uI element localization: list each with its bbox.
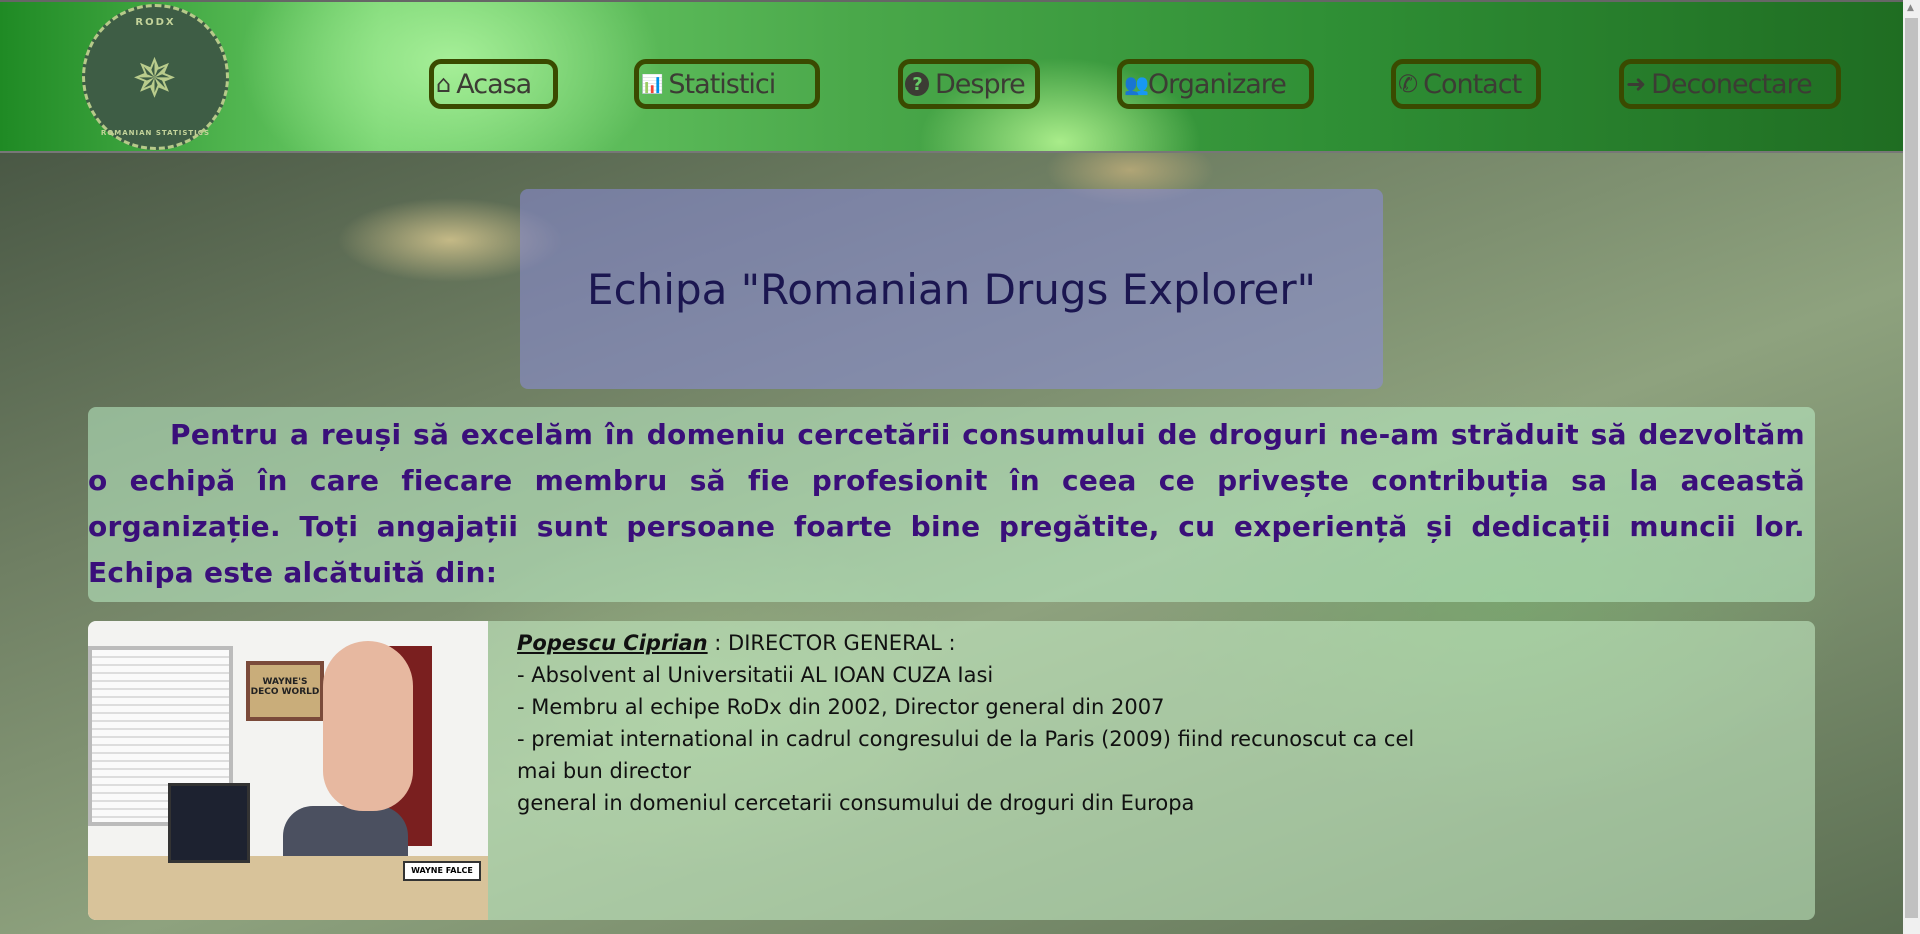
scroll-up-icon[interactable]: ▲ bbox=[1907, 3, 1914, 13]
member-detail-line: - Membru al echipe RoDx din 2002, Direct… bbox=[517, 695, 1165, 719]
member-name[interactable]: Popescu Ciprian bbox=[517, 631, 708, 655]
home-icon: ⌂ bbox=[436, 70, 451, 98]
logo-top-text: RODX bbox=[135, 17, 176, 28]
nav-label: Acasa bbox=[456, 68, 532, 100]
member-card: WAYNE'S DECO WORLD WAYNE FALCE Popescu C… bbox=[88, 621, 1815, 920]
nav-statistici[interactable]: 📊 Statistici bbox=[634, 59, 820, 109]
nav-label: Contact bbox=[1423, 68, 1522, 100]
scrollbar-thumb[interactable] bbox=[1905, 18, 1918, 918]
nameplate: WAYNE FALCE bbox=[403, 861, 481, 881]
nav-despre[interactable]: ? Despre bbox=[898, 59, 1040, 109]
member-detail-line: - Absolvent al Universitatii AL IOAN CUZ… bbox=[517, 663, 994, 687]
logo-bottom-text: ROMANIAN STATISTICS bbox=[100, 129, 211, 137]
scrollbar[interactable]: ▲ bbox=[1903, 0, 1920, 934]
question-circle-icon: ? bbox=[905, 72, 929, 96]
nav-label: Statistici bbox=[668, 68, 776, 100]
intro-paragraph: Pentru a reuși să excelăm în domeniu cer… bbox=[88, 407, 1815, 602]
nav-label: Deconectare bbox=[1651, 68, 1813, 100]
nav-contact[interactable]: ✆ Contact bbox=[1391, 59, 1541, 109]
member-details: Popescu Ciprian : DIRECTOR GENERAL : - A… bbox=[517, 627, 1537, 819]
wall-sign: WAYNE'S DECO WORLD bbox=[246, 661, 324, 721]
page-title: Echipa "Romanian Drugs Explorer" bbox=[587, 264, 1316, 314]
cannabis-leaf-icon: ✵ bbox=[131, 46, 180, 110]
phone-icon: ✆ bbox=[1398, 70, 1418, 98]
member-detail-line: - premiat international in cadrul congre… bbox=[517, 727, 1415, 751]
nav-deconectare[interactable]: ➜ Deconectare bbox=[1619, 59, 1841, 109]
member-detail-line: general in domeniul cercetarii consumulu… bbox=[517, 791, 1195, 815]
member-photo: WAYNE'S DECO WORLD WAYNE FALCE bbox=[88, 621, 488, 920]
member-detail-line: mai bun director bbox=[517, 759, 691, 783]
nav-acasa[interactable]: ⌂ Acasa bbox=[429, 59, 558, 109]
sign-out-icon: ➜ bbox=[1626, 70, 1646, 98]
users-icon: 👥 bbox=[1124, 72, 1149, 96]
person-head bbox=[323, 641, 413, 811]
member-role: : DIRECTOR GENERAL : bbox=[707, 631, 956, 655]
nav-label: Despre bbox=[935, 68, 1026, 100]
monitor bbox=[168, 783, 250, 863]
bar-chart-icon: 📊 bbox=[641, 73, 663, 95]
nav-organizare[interactable]: 👥 Organizare bbox=[1117, 59, 1314, 109]
header: RODX ✵ ROMANIAN STATISTICS ⌂ Acasa 📊 Stati… bbox=[0, 0, 1903, 153]
nav-label: Organizare bbox=[1147, 68, 1287, 100]
page-title-box: Echipa "Romanian Drugs Explorer" bbox=[520, 189, 1383, 389]
logo[interactable]: RODX ✵ ROMANIAN STATISTICS bbox=[82, 4, 229, 150]
